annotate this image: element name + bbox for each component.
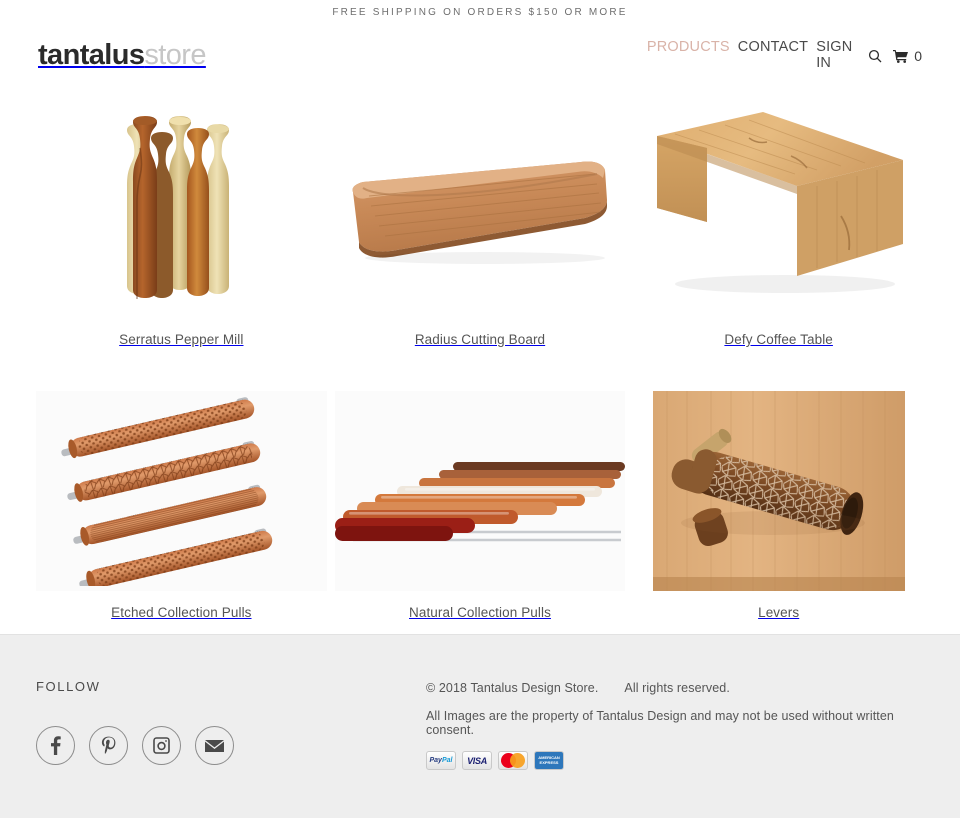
instagram-icon[interactable] [142, 726, 181, 765]
visa-badge: VISA [462, 751, 492, 770]
product-grid-row-2: Etched Collection Pulls Natural Collecti… [0, 373, 960, 642]
mastercard-badge [498, 751, 528, 770]
pinterest-icon[interactable] [89, 726, 128, 765]
cart-icon [891, 47, 909, 65]
nav-item-sign-in[interactable]: SIGN IN [812, 39, 852, 71]
product-image-wooden-cutting-board [334, 104, 626, 312]
cart-button[interactable]: 0 [891, 47, 922, 65]
nav-item-contact[interactable]: CONTACT [734, 39, 812, 55]
product-image-etched-door-lever [633, 391, 924, 591]
copyright-line: © 2018 Tantalus Design Store. All rights … [426, 681, 924, 695]
social-links [36, 726, 426, 765]
product-card-etched-collection-pulls[interactable]: Etched Collection Pulls [36, 391, 327, 642]
product-image-wooden-bar-pulls-row [334, 391, 626, 591]
product-grid-row-1: Serratus Pepper Mill Radius Cutting Boar… [0, 86, 960, 373]
site-header: tantalusstore PRODUCTS CONTACT SIGN IN 0 [0, 24, 960, 86]
product-card-serratus-pepper-mill[interactable]: Serratus Pepper Mill [36, 104, 327, 373]
announcement-text: FREE SHIPPING ON ORDERS $150 OR MORE [332, 6, 628, 18]
main-navigation: PRODUCTS CONTACT SIGN IN 0 [643, 39, 922, 71]
copyright-text: © 2018 Tantalus Design Store. [426, 681, 599, 695]
cart-count: 0 [914, 48, 922, 64]
product-image-wooden-waterfall-bench [633, 104, 924, 312]
product-title: Radius Cutting Board [414, 332, 546, 347]
payment-methods: PayPal VISA AMERICAN EXPRESS [426, 751, 924, 770]
footer-legal-section: © 2018 Tantalus Design Store. All rights … [426, 679, 924, 818]
paypal-badge: PayPal [426, 751, 456, 770]
nav-item-products[interactable]: PRODUCTS [643, 39, 734, 55]
product-title: Defy Coffee Table [724, 332, 833, 347]
follow-heading: FOLLOW [36, 679, 101, 694]
product-card-radius-cutting-board[interactable]: Radius Cutting Board [334, 104, 626, 373]
facebook-icon[interactable] [36, 726, 75, 765]
announcement-bar: FREE SHIPPING ON ORDERS $150 OR MORE [0, 0, 960, 24]
header-icon-group: 0 [866, 39, 922, 65]
product-card-levers[interactable]: Levers [633, 391, 924, 642]
search-icon[interactable] [866, 47, 884, 65]
site-footer: FOLLOW © 2018 Tantalus Design Store. All… [0, 634, 960, 818]
logo-light-text: store [144, 38, 206, 71]
product-image-wooden-pepper-mills [36, 104, 327, 312]
image-disclaimer: All Images are the property of Tantalus … [426, 709, 894, 737]
product-title: Serratus Pepper Mill [119, 332, 244, 347]
footer-follow-section: FOLLOW [36, 679, 426, 818]
product-card-defy-coffee-table[interactable]: Defy Coffee Table [633, 104, 924, 373]
product-card-natural-collection-pulls[interactable]: Natural Collection Pulls [334, 391, 626, 642]
rights-text: All rights reserved. [624, 681, 730, 695]
amex-badge: AMERICAN EXPRESS [534, 751, 564, 770]
product-image-etched-cylinder-pulls [36, 391, 327, 591]
email-icon[interactable] [195, 726, 234, 765]
logo-bold-text: tantalus [38, 38, 145, 71]
site-logo[interactable]: tantalusstore [38, 38, 206, 71]
